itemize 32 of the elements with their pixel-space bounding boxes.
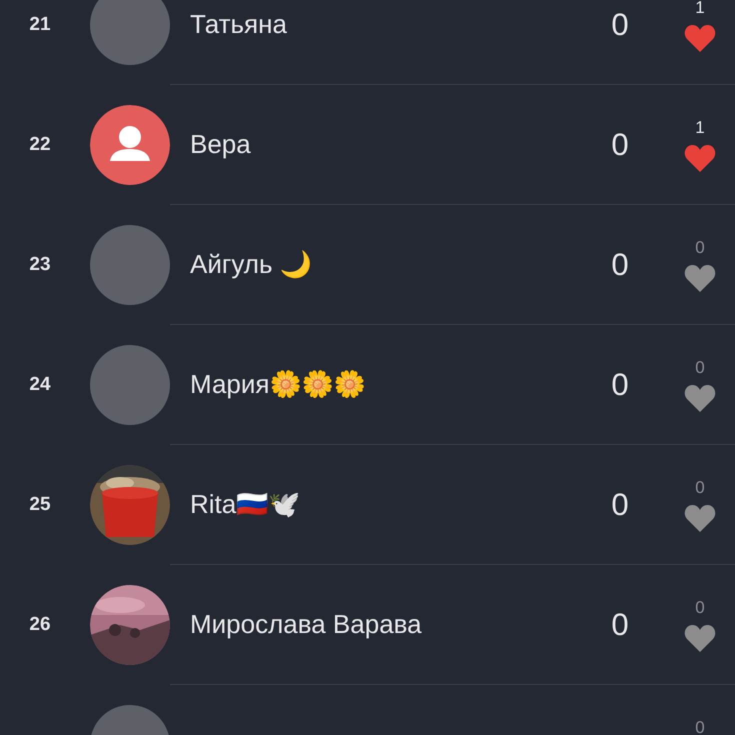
- rank-number: 21: [28, 14, 52, 36]
- score: 0: [611, 366, 629, 402]
- like-count: 0: [695, 238, 705, 258]
- user-name: Айгуль 🌙: [190, 249, 313, 280]
- user-name: Вера: [190, 129, 252, 160]
- score: 0: [611, 6, 629, 42]
- rank-number: 24: [28, 374, 52, 396]
- heart-icon[interactable]: [684, 624, 716, 652]
- user-name: Мирослава Варава: [190, 609, 423, 640]
- rank-number: 26: [28, 614, 52, 636]
- heart-icon[interactable]: [684, 24, 716, 52]
- user-name: Татьяна: [190, 9, 288, 40]
- like-count: 1: [695, 0, 705, 18]
- like-count: 0: [695, 718, 705, 735]
- heart-icon[interactable]: [684, 504, 716, 532]
- user-avatar-icon: [90, 104, 170, 184]
- like-count: 0: [695, 598, 705, 618]
- heart-icon[interactable]: [684, 384, 716, 412]
- score: 0: [611, 606, 629, 642]
- like-count: 0: [695, 358, 705, 378]
- rank-number: 22: [28, 134, 52, 156]
- heart-icon[interactable]: [684, 144, 716, 172]
- user-name: Мария🌼🌼🌼: [190, 369, 366, 400]
- score: 0: [611, 126, 629, 162]
- like-count: 1: [695, 118, 705, 138]
- like-count: 0: [695, 478, 705, 498]
- score: 0: [611, 246, 629, 282]
- heart-icon[interactable]: [684, 264, 716, 292]
- score: 0: [611, 486, 629, 522]
- rank-number: 23: [28, 254, 52, 276]
- user-name: Rita🇷🇺🕊: [190, 489, 302, 520]
- rank-number: 25: [28, 494, 52, 516]
